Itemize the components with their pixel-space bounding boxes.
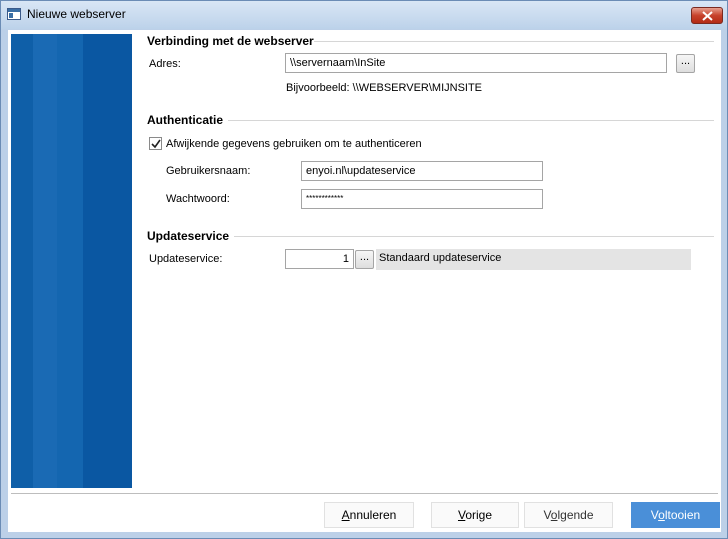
next-button[interactable]: Volgende (524, 502, 613, 528)
section-divider (234, 236, 714, 237)
checkmark-icon (151, 139, 161, 149)
section-divider (228, 120, 714, 121)
close-icon (702, 11, 713, 21)
updateservice-label: Updateservice: (149, 253, 223, 265)
finish-button-label: ltooien (664, 508, 701, 522)
window-title: Nieuwe webserver (27, 7, 126, 21)
password-input[interactable]: ************ (301, 189, 543, 209)
previous-button-label: orige (465, 508, 493, 522)
finish-button-accesskey: o (658, 508, 665, 522)
next-button-label-start: V (543, 508, 551, 522)
alt-credentials-checkbox[interactable] (149, 137, 162, 150)
updateservice-description: Standaard updateservice (376, 249, 691, 270)
cancel-button[interactable]: Annuleren (324, 502, 414, 528)
address-label: Adres: (149, 58, 181, 70)
section-divider (314, 41, 714, 42)
alt-credentials-label[interactable]: Afwijkende gegevens gebruiken om te auth… (166, 138, 422, 150)
address-browse-button[interactable]: ... (676, 54, 695, 73)
username-input[interactable]: enyoi.nl\updateservice (301, 161, 543, 181)
section-title-connection: Verbinding met de webserver (147, 34, 314, 48)
close-button[interactable] (691, 7, 723, 24)
cancel-button-accesskey: A (341, 508, 350, 522)
address-input[interactable]: \\servernaam\InSite (285, 53, 667, 73)
footer-divider (11, 493, 718, 494)
cancel-button-label: nnuleren (349, 508, 397, 522)
app-window-icon (7, 8, 21, 20)
section-title-updateservice: Updateservice (147, 229, 230, 243)
updateservice-browse-button[interactable]: ... (355, 250, 374, 269)
finish-button[interactable]: Voltooien (631, 502, 720, 528)
wizard-window: Nieuwe webserver Verbinding met de webse… (0, 0, 728, 539)
dialog-body: Verbinding met de webserver Adres: \\ser… (8, 30, 721, 532)
wizard-banner (11, 34, 132, 488)
previous-button[interactable]: Vorige (431, 502, 519, 528)
username-label: Gebruikersnaam: (166, 165, 251, 177)
title-bar[interactable]: Nieuwe webserver (1, 1, 727, 29)
section-title-authentication: Authenticatie (147, 113, 224, 127)
updateservice-id-input[interactable]: 1 (285, 249, 354, 269)
address-example-text: Bijvoorbeeld: \\WEBSERVER\MIJNSITE (286, 82, 483, 94)
next-button-label: lgende (557, 508, 594, 522)
password-label: Wachtwoord: (166, 193, 230, 205)
